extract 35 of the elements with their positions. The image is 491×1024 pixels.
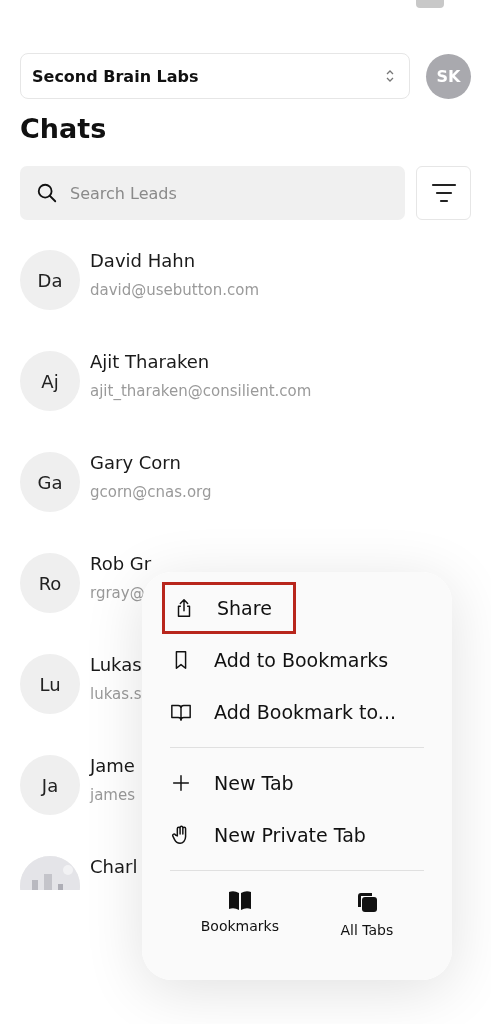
menu-item[interactable]: New Private Tab <box>160 809 424 861</box>
lead-name[interactable]: Ajit Tharaken <box>90 351 312 372</box>
plus-icon <box>170 772 192 794</box>
book-icon <box>227 890 252 910</box>
page-title: Chats <box>20 113 108 144</box>
chevron-up-down-icon <box>385 69 395 83</box>
lead-name[interactable]: Jame <box>90 755 135 776</box>
menu-item[interactable]: Add Bookmark to... <box>160 686 424 738</box>
lead-avatar: Ja <box>20 755 80 815</box>
lead-email: james <box>90 786 135 804</box>
lead-name[interactable]: Charl <box>90 856 138 877</box>
lead-avatar: Aj <box>20 351 80 411</box>
lead-email: ajit_tharaken@consilient.com <box>90 382 312 400</box>
menu-item[interactable]: New Tab <box>160 757 424 809</box>
lead-avatar: Lu <box>20 654 80 714</box>
lead-email: lukas.s <box>90 685 142 703</box>
lead-email: rgray@ <box>90 584 146 602</box>
search-icon <box>36 182 58 204</box>
menu-item[interactable]: Share <box>162 582 296 634</box>
lead-avatar: Ro <box>20 553 80 613</box>
lead-name[interactable]: Rob Gr <box>90 553 152 574</box>
lead-name[interactable]: Gary Corn <box>90 452 212 473</box>
workspace-selector[interactable]: Second Brain Labs <box>20 53 410 99</box>
workspace-name: Second Brain Labs <box>32 66 199 86</box>
lead-avatar: Ga <box>20 452 80 512</box>
toolbar-button[interactable]: All Tabs <box>340 890 394 938</box>
menu-item[interactable]: Add to Bookmarks <box>160 634 424 686</box>
lead-name[interactable]: Lukas <box>90 654 142 675</box>
lead-email: david@usebutton.com <box>90 281 260 299</box>
filter-icon <box>430 182 457 204</box>
lead-email: gcorn@cnas.org <box>90 483 212 501</box>
toolbar-button[interactable]: Bookmarks <box>200 890 279 938</box>
filter-button[interactable] <box>416 166 471 220</box>
lead-name[interactable]: David Hahn <box>90 250 260 271</box>
lead-avatar: Da <box>20 250 80 310</box>
